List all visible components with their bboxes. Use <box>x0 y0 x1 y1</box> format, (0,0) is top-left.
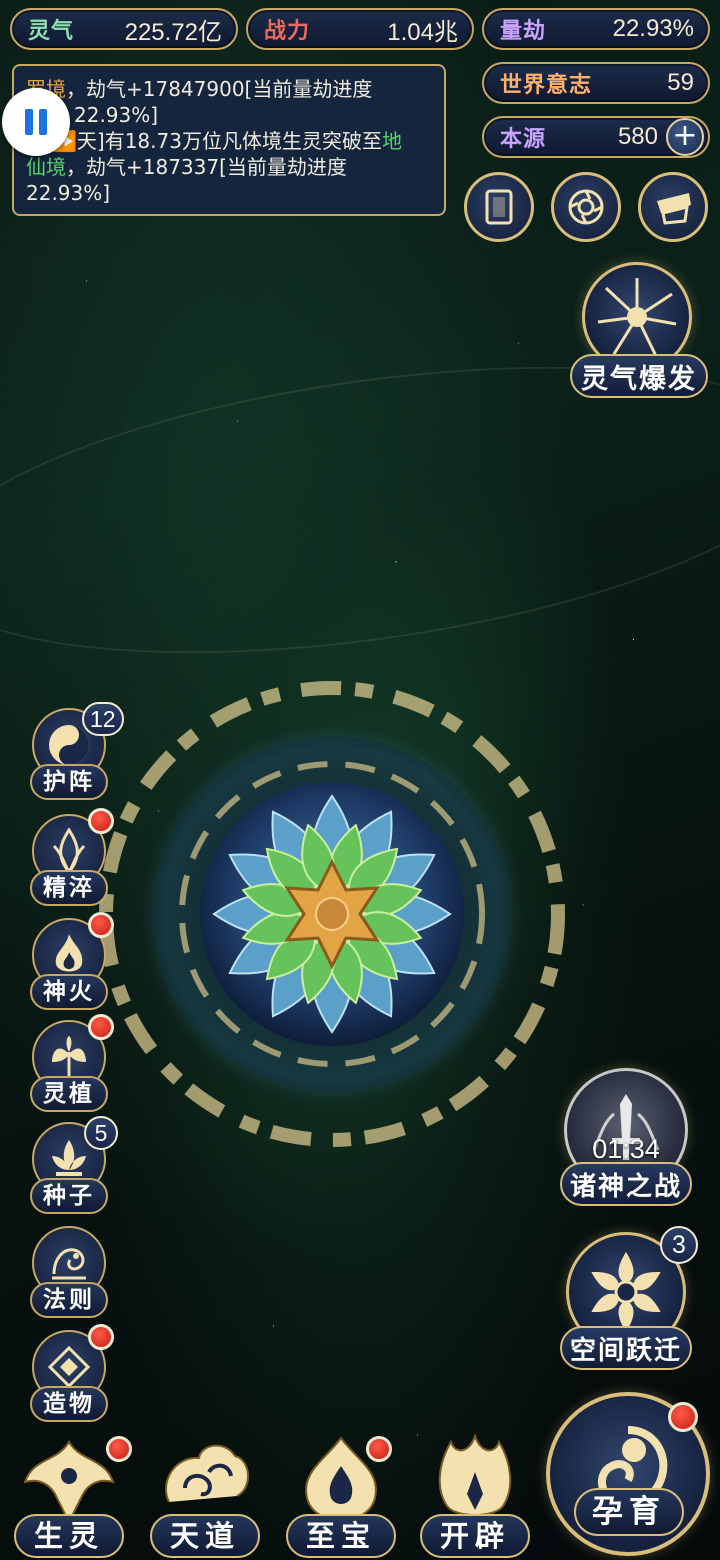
resource-value: 225.72亿 <box>124 18 222 46</box>
vortex-icon <box>568 189 604 225</box>
side-item-spirit-plant[interactable]: 灵植 <box>28 1014 114 1112</box>
fire-icon <box>55 934 83 972</box>
portal-button[interactable] <box>551 172 621 242</box>
resource-value: 59 <box>667 69 694 96</box>
notification-dot <box>668 1402 698 1432</box>
gods-war-label: 诸神之战 <box>560 1162 692 1206</box>
log-line: 仙境，劫气+187337[当前量劫进度 <box>26 154 432 180</box>
resource-label: 世界意志 <box>500 72 593 98</box>
log-text: 22.93%] <box>26 181 111 205</box>
resource-value: 1.04兆 <box>387 18 458 46</box>
notification-dot <box>88 912 114 938</box>
space-jump-label: 空间跃迁 <box>560 1326 692 1370</box>
notification-dot <box>366 1436 392 1462</box>
nav-label: 天道 <box>150 1514 260 1558</box>
resource-label: 灵气 <box>28 18 75 44</box>
gods-war-timer: 01:34 <box>592 1134 660 1164</box>
side-item-creation[interactable]: 造物 <box>28 1324 114 1422</box>
log-realm: 仙境 <box>26 155 66 179</box>
side-item-refine[interactable]: 精淬 <box>28 808 114 906</box>
gift-button[interactable] <box>638 172 708 242</box>
log-text: 22.93%] <box>74 103 159 127</box>
log-text: 天]有18.73万位凡体境生灵突破至 <box>76 129 382 153</box>
nav-label: 生灵 <box>14 1514 124 1558</box>
resource-label: 战力 <box>264 18 311 44</box>
notification-dot <box>88 808 114 834</box>
side-item-label: 种子 <box>30 1178 108 1214</box>
dragon-icon <box>52 1248 86 1280</box>
resource-origin[interactable]: 本源 580 + <box>482 116 710 158</box>
log-text: ，劫气+17847900[当前量劫进度 <box>66 77 373 101</box>
event-log[interactable]: 罗境，劫气+17847900[当前量劫进度 22.93%] ⏩天]有18.73万… <box>12 64 446 216</box>
side-item-seed[interactable]: 种子 5 <box>28 1116 118 1214</box>
resource-label: 量劫 <box>500 18 547 44</box>
flame-lotus-icon <box>52 827 86 875</box>
nav-treasure[interactable]: 至宝 <box>280 1430 402 1560</box>
add-origin-button[interactable]: + <box>666 118 704 156</box>
side-item-label: 护阵 <box>30 764 108 800</box>
log-line: 22.93%] <box>26 102 432 128</box>
nav-label: 开辟 <box>420 1514 530 1558</box>
resource-aura[interactable]: 灵气 225.72亿 <box>10 8 238 50</box>
diamond-rune-icon <box>47 1345 91 1389</box>
resource-power[interactable]: 战力 1.04兆 <box>246 8 474 50</box>
world-planet[interactable] <box>92 672 572 1152</box>
aura-burst-label: 灵气爆发 <box>570 354 708 398</box>
pause-button[interactable] <box>2 88 70 156</box>
log-realm: 地 <box>381 129 402 153</box>
side-item-law[interactable]: 法则 <box>28 1226 110 1318</box>
resource-world-will[interactable]: 世界意志 59 <box>482 62 710 104</box>
count-badge: 3 <box>660 1226 698 1264</box>
resource-value: 580 <box>617 123 658 150</box>
side-item-label: 造物 <box>30 1386 108 1422</box>
nurture-label: 孕育 <box>574 1488 684 1536</box>
notification-dot <box>106 1436 132 1462</box>
nav-pioneer[interactable]: 开辟 <box>414 1430 536 1560</box>
nav-creatures[interactable]: 生灵 <box>8 1430 132 1560</box>
side-item-label: 灵植 <box>30 1076 108 1112</box>
burst-icon <box>597 278 677 357</box>
pause-icon <box>25 109 33 135</box>
plant-icon <box>52 1036 86 1078</box>
notification-dot <box>88 1324 114 1350</box>
side-item-formation[interactable]: 护阵 12 <box>28 702 124 800</box>
resource-label: 本源 <box>500 126 547 152</box>
resource-kalpa[interactable]: 量劫 22.93% <box>482 8 710 50</box>
resource-value: 22.93% <box>612 15 694 42</box>
gift-icon <box>657 193 691 225</box>
log-line: ⏩天]有18.73万位凡体境生灵突破至地 <box>26 128 432 154</box>
log-line: 22.93%] <box>26 180 432 206</box>
scroll-icon <box>485 189 513 225</box>
log-line: 罗境，劫气+17847900[当前量劫进度 <box>26 76 432 102</box>
side-item-label: 精淬 <box>30 870 108 906</box>
scroll-button[interactable] <box>464 172 534 242</box>
count-badge: 12 <box>82 702 124 736</box>
count-badge: 5 <box>84 1116 118 1150</box>
notification-dot <box>88 1014 114 1040</box>
side-item-label: 法则 <box>30 1282 108 1318</box>
nav-heaven-dao[interactable]: 天道 <box>144 1430 266 1560</box>
side-item-label: 神火 <box>30 974 108 1010</box>
nav-label: 至宝 <box>286 1514 396 1558</box>
side-item-divine-fire[interactable]: 神火 <box>28 912 114 1010</box>
log-text: ，劫气+187337[当前量劫进度 <box>66 155 347 179</box>
